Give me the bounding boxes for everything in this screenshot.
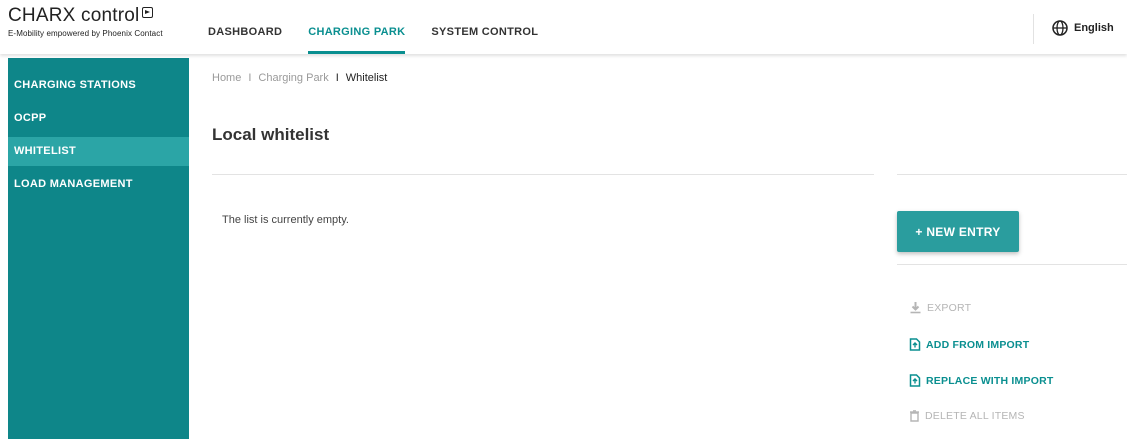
breadcrumb-separator: I bbox=[335, 72, 339, 84]
main-nav: DASHBOARD CHARGING PARK SYSTEM CONTROL bbox=[208, 0, 564, 54]
new-entry-button[interactable]: + NEW ENTRY bbox=[897, 211, 1019, 252]
nav-dashboard[interactable]: DASHBOARD bbox=[208, 0, 282, 54]
add-from-import-button[interactable]: ADD FROM IMPORT bbox=[909, 338, 1029, 351]
divider bbox=[212, 174, 874, 175]
brand-title: CHARX control bbox=[8, 5, 140, 26]
download-icon bbox=[910, 302, 921, 314]
breadcrumb: Home I Charging Park I Whitelist bbox=[212, 72, 387, 84]
add-from-import-label: ADD FROM IMPORT bbox=[926, 338, 1030, 351]
empty-list-message: The list is currently empty. bbox=[222, 214, 349, 226]
delete-all-items-button[interactable]: DELETE ALL ITEMS bbox=[909, 410, 1025, 422]
language-divider bbox=[1033, 14, 1034, 44]
file-import-icon bbox=[909, 338, 921, 351]
trash-icon bbox=[910, 410, 919, 422]
brand-logo[interactable]: CHARX control E-Mobility empowered by Ph… bbox=[8, 5, 163, 38]
file-import-icon bbox=[909, 374, 921, 387]
sidebar-item-whitelist[interactable]: WHITELIST bbox=[8, 137, 189, 166]
export-label: EXPORT bbox=[927, 301, 972, 314]
language-label: English bbox=[1074, 22, 1114, 34]
nav-system-control[interactable]: SYSTEM CONTROL bbox=[431, 0, 538, 54]
top-bar: CHARX control E-Mobility empowered by Ph… bbox=[0, 0, 1127, 54]
page-title: Local whitelist bbox=[212, 125, 330, 144]
nav-charging-park[interactable]: CHARGING PARK bbox=[308, 0, 406, 54]
breadcrumb-separator: I bbox=[248, 72, 252, 84]
breadcrumb-current: Whitelist bbox=[345, 72, 388, 84]
breadcrumb-charging-park[interactable]: Charging Park bbox=[258, 72, 328, 84]
sidebar-item-charging-stations[interactable]: CHARGING STATIONS bbox=[8, 71, 189, 100]
delete-all-items-label: DELETE ALL ITEMS bbox=[925, 410, 1025, 422]
language-selector[interactable]: English bbox=[1052, 20, 1114, 36]
replace-with-import-label: REPLACE WITH IMPORT bbox=[926, 374, 1054, 387]
sidebar-item-ocpp[interactable]: OCPP bbox=[8, 104, 189, 133]
sidebar-item-load-management[interactable]: LOAD MANAGEMENT bbox=[8, 170, 189, 199]
divider bbox=[897, 264, 1127, 265]
globe-icon bbox=[1052, 20, 1068, 36]
export-button[interactable]: EXPORT bbox=[909, 301, 971, 314]
breadcrumb-home[interactable]: Home bbox=[212, 72, 241, 84]
brand-subtitle: E-Mobility empowered by Phoenix Contact bbox=[8, 29, 163, 38]
logo-mark-icon bbox=[142, 7, 154, 18]
replace-with-import-button[interactable]: REPLACE WITH IMPORT bbox=[909, 374, 1053, 387]
sidebar: CHARGING STATIONS OCPP WHITELIST LOAD MA… bbox=[8, 58, 189, 439]
divider bbox=[897, 174, 1127, 175]
